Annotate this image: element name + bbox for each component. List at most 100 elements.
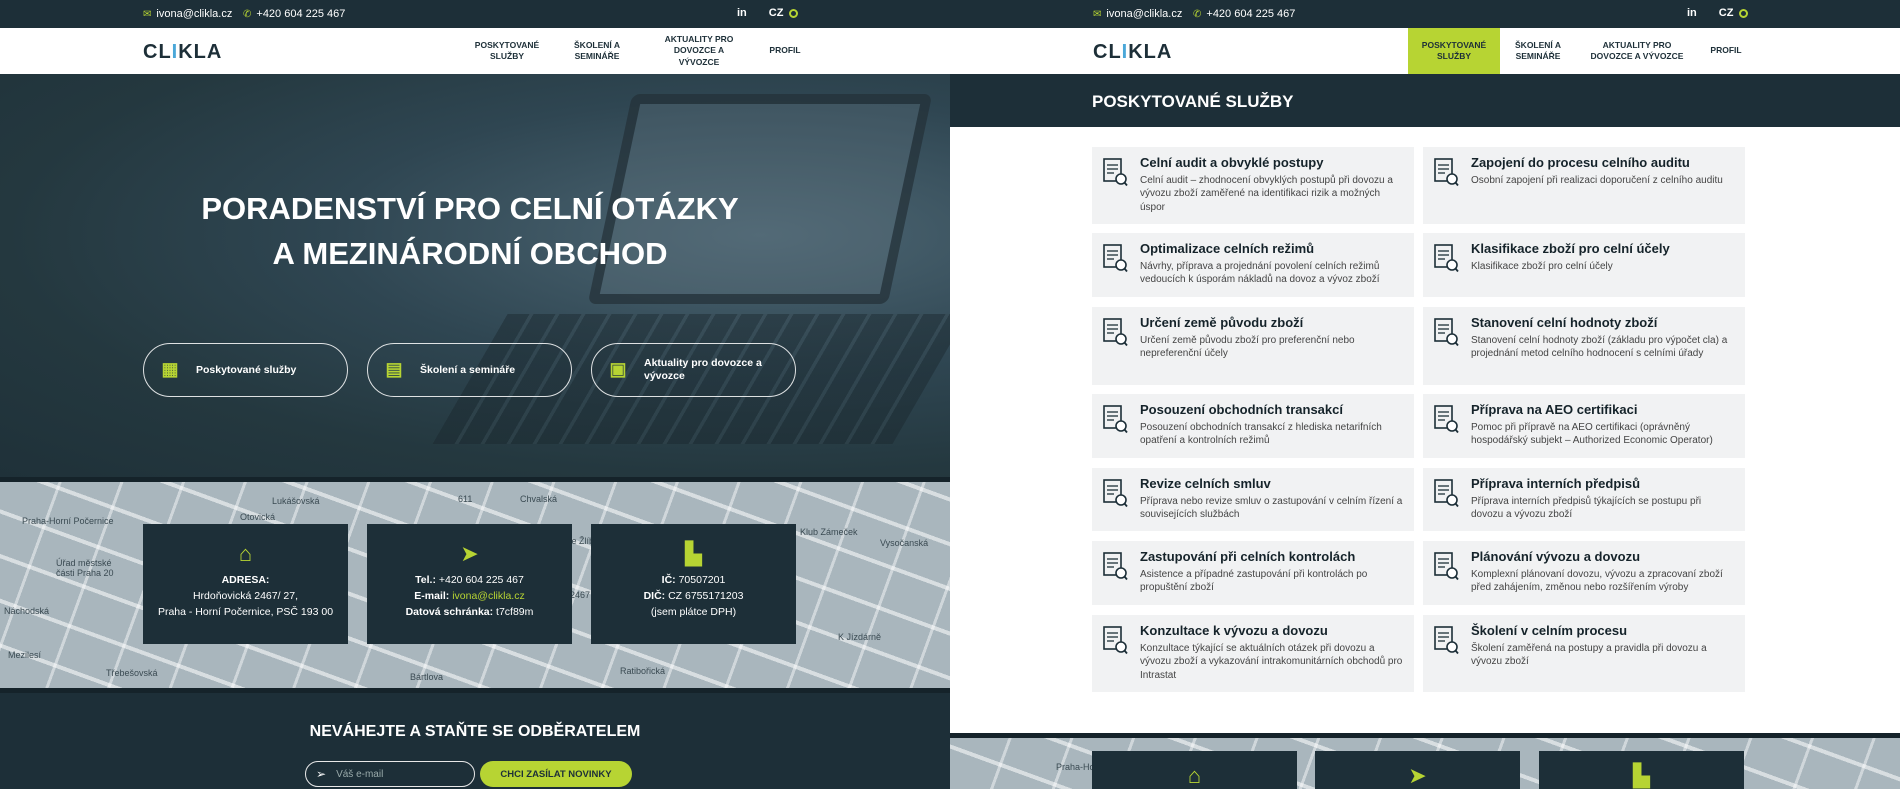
logo[interactable]: CLIKLA xyxy=(143,41,222,64)
newsletter-email-input[interactable]: ➢ Váš e-mail xyxy=(305,761,475,787)
map-label: Praha-Horní Počernice xyxy=(22,516,114,526)
services-icon: ▦ xyxy=(161,359,179,380)
flag-icon xyxy=(1739,8,1749,18)
service-card[interactable]: Posouzení obchodních transakcí Posouzení… xyxy=(1092,394,1414,458)
service-card[interactable]: Zapojení do procesu celního auditu Osobn… xyxy=(1423,147,1745,224)
document-icon xyxy=(1433,404,1459,434)
home-icon: ⌂ xyxy=(238,541,253,566)
service-card[interactable]: Klasifikace zboží pro celní účely Klasif… xyxy=(1423,233,1745,297)
map-label: Úřad městské části Praha 20 xyxy=(56,558,114,578)
service-card[interactable]: Příprava interních předpisů Příprava int… xyxy=(1423,468,1745,531)
document-icon xyxy=(1102,404,1128,434)
service-card[interactable]: Příprava na AEO certifikaci Pomoc při př… xyxy=(1423,394,1745,458)
nav-item-training[interactable]: ŠKOLENÍ A SEMINÁŘE xyxy=(553,28,641,74)
map-background[interactable]: Praha-Horní Počernice ⌂ ➤ ▙ xyxy=(950,738,1900,789)
service-card[interactable]: Revize celních smluv Příprava nebo reviz… xyxy=(1092,468,1414,531)
send-icon: ➢ xyxy=(316,767,327,781)
map-label: Náchodská xyxy=(4,606,50,616)
contact-card-company: ▙ xyxy=(1539,751,1744,789)
company-icon: ▙ xyxy=(685,541,702,566)
main-nav: CLIKLA POSKYTOVANÉ SLUŽBY ŠKOLENÍ A SEMI… xyxy=(0,28,950,74)
map-label: Ratibořická xyxy=(620,666,666,676)
nav-item-news[interactable]: AKTUALITY PRO DOVOZCE A VÝVOZCE xyxy=(641,28,757,74)
contact-card-contact: ➤ xyxy=(1315,751,1520,789)
map-label: Vysočanská xyxy=(880,538,929,548)
news-icon: ▣ xyxy=(609,359,627,380)
contact-email-link[interactable]: ivona@clikla.cz xyxy=(452,590,525,602)
envelope-icon: ✉ xyxy=(1093,8,1102,20)
service-card[interactable]: Stanovení celní hodnoty zboží Stanovení … xyxy=(1423,307,1745,385)
main-nav: CLIKLA POSKYTOVANÉ SLUŽBY ŠKOLENÍ A SEMI… xyxy=(950,28,1900,74)
nav-menu: POSKYTOVANÉ SLUŽBY ŠKOLENÍ A SEMINÁŘE AK… xyxy=(1408,28,1754,74)
company-icon: ▙ xyxy=(1633,763,1650,788)
flag-icon xyxy=(789,8,799,18)
map-label: Klub Zámeček xyxy=(800,527,858,537)
nav-item-profile[interactable]: PROFIL xyxy=(1698,28,1754,74)
homepage-panel: ✉ ivona@clikla.cz ✆ +420 604 225 467 in … xyxy=(0,0,950,789)
service-card[interactable]: Školení v celním procesu Školení zaměřen… xyxy=(1423,615,1745,692)
topbar-phone[interactable]: ✆ +420 604 225 467 xyxy=(1193,8,1295,20)
contact-card-contact: ➤ Tel.: +420 604 225 467 E-mail: ivona@c… xyxy=(367,524,572,644)
top-bar: ✉ ivona@clikla.cz ✆ +420 604 225 467 in … xyxy=(950,0,1900,28)
map-background[interactable]: Praha-Horní Počernice Úřad městské části… xyxy=(0,482,950,688)
map-label: Třebešovská xyxy=(106,668,158,678)
map-label: 2467 xyxy=(570,590,591,600)
send-icon: ➤ xyxy=(1408,763,1427,788)
map-label: Lukášovská xyxy=(272,496,320,506)
service-card[interactable]: Určení země původu zboží Určení země pův… xyxy=(1092,307,1414,385)
linkedin-icon[interactable]: in xyxy=(737,7,747,19)
document-icon xyxy=(1433,625,1459,655)
language-switcher[interactable]: CZ xyxy=(1719,7,1749,19)
service-card[interactable]: Zastupování při celních kontrolách Asist… xyxy=(1092,541,1414,605)
training-icon: ▤ xyxy=(385,359,403,380)
document-icon xyxy=(1102,551,1128,581)
document-icon xyxy=(1102,478,1128,508)
newsletter-subscribe-button[interactable]: CHCI ZASÍLAT NOVINKY xyxy=(480,761,632,787)
map-label: 611 xyxy=(458,494,473,504)
document-icon xyxy=(1433,243,1459,273)
nav-item-services[interactable]: POSKYTOVANÉ SLUŽBY xyxy=(461,28,553,74)
hero-button-services[interactable]: ▦ Poskytované služby xyxy=(143,343,348,397)
topbar-email[interactable]: ✉ ivona@clikla.cz xyxy=(1093,8,1182,20)
map-label: Chvalská xyxy=(520,494,558,504)
home-icon: ⌂ xyxy=(1187,763,1202,788)
hero-title: PORADENSTVÍ PRO CELNÍ OTÁZKY A MEZINÁRODN… xyxy=(201,191,739,271)
document-icon xyxy=(1433,478,1459,508)
map-label: Bártlova xyxy=(410,672,444,682)
language-switcher[interactable]: CZ xyxy=(769,7,799,19)
map-label: Mezilesí xyxy=(8,650,42,660)
contact-card-address: ⌂ xyxy=(1092,751,1297,789)
nav-item-services[interactable]: POSKYTOVANÉ SLUŽBY xyxy=(1408,28,1500,74)
topbar-email[interactable]: ✉ ivona@clikla.cz xyxy=(143,8,232,20)
newsletter-title: NEVÁHEJTE A STAŇTE SE ODBĚRATELEM xyxy=(309,723,641,740)
map-label: K Jízdárně xyxy=(838,632,882,642)
nav-item-profile[interactable]: PROFIL xyxy=(757,28,813,74)
hero-button-training[interactable]: ▤ Školení a semináře xyxy=(367,343,572,397)
service-card[interactable]: Plánování vývozu a dovozu Komplexní plán… xyxy=(1423,541,1745,605)
nav-item-news[interactable]: AKTUALITY PRO DOVOZCE A VÝVOZCE xyxy=(1576,28,1698,74)
map-label: Otovická xyxy=(240,512,276,522)
document-icon xyxy=(1433,551,1459,581)
document-icon xyxy=(1102,157,1128,187)
hero-button-news[interactable]: ▣ Aktuality pro dovozce a vývozce xyxy=(591,343,796,397)
service-card[interactable]: Optimalizace celních režimů Návrhy, příp… xyxy=(1092,233,1414,297)
linkedin-icon[interactable]: in xyxy=(1687,7,1697,19)
nav-menu: POSKYTOVANÉ SLUŽBY ŠKOLENÍ A SEMINÁŘE AK… xyxy=(461,28,813,74)
services-header: POSKYTOVANÉ SLUŽBY xyxy=(950,74,1900,127)
contact-card-address: ⌂ ADRESA: Hrdoňovická 2467/ 27, Praha - … xyxy=(143,524,348,644)
nav-item-training[interactable]: ŠKOLENÍ A SEMINÁŘE xyxy=(1500,28,1576,74)
hero-section: PORADENSTVÍ PRO CELNÍ OTÁZKY A MEZINÁRODN… xyxy=(0,74,950,477)
document-icon xyxy=(1102,625,1128,655)
topbar-phone[interactable]: ✆ +420 604 225 467 xyxy=(243,8,345,20)
phone-icon: ✆ xyxy=(243,8,252,20)
send-icon: ➤ xyxy=(460,541,479,566)
logo[interactable]: CLIKLA xyxy=(1093,41,1172,64)
top-bar: ✉ ivona@clikla.cz ✆ +420 604 225 467 in … xyxy=(0,0,950,28)
service-card[interactable]: Celní audit a obvyklé postupy Celní audi… xyxy=(1092,147,1414,224)
document-icon xyxy=(1433,317,1459,347)
document-icon xyxy=(1433,157,1459,187)
contact-card-company: ▙ IČ: 70507201 DIČ: CZ 6755171203 (jsem … xyxy=(591,524,796,644)
services-panel: ✉ ivona@clikla.cz ✆ +420 604 225 467 in … xyxy=(950,0,1900,789)
service-card[interactable]: Konzultace k vývozu a dovozu Konzultace … xyxy=(1092,615,1414,692)
phone-icon: ✆ xyxy=(1193,8,1202,20)
